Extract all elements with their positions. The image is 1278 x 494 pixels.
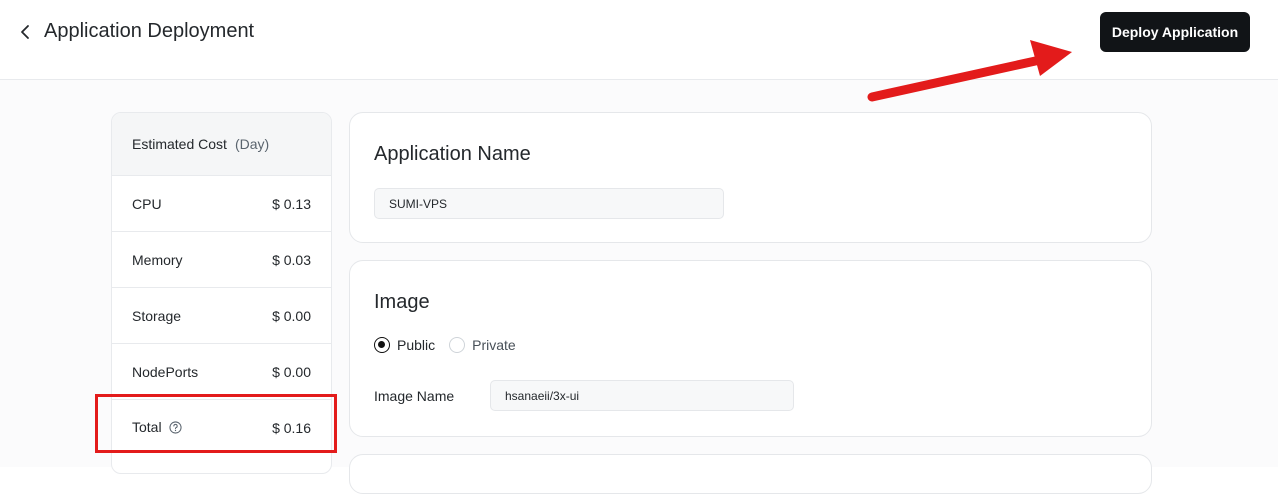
image-card: Image Public Private Image Name (349, 260, 1152, 437)
application-name-card: Application Name (349, 112, 1152, 243)
cost-label: Memory (132, 251, 183, 268)
cost-label: Storage (132, 307, 182, 324)
cost-row-total: Total $ 0.16 (112, 400, 331, 455)
cost-row-memory: Memory $ 0.03 (112, 232, 331, 288)
cost-value: $ 0.00 (272, 363, 311, 380)
radio-checked-icon[interactable] (374, 337, 390, 353)
next-card (349, 454, 1152, 494)
radio-public[interactable]: Public (374, 337, 435, 353)
radio-private[interactable]: Private (449, 337, 516, 353)
radio-label: Public (397, 337, 436, 353)
cost-unit: (Day) (234, 136, 270, 152)
image-title: Image (374, 291, 430, 313)
image-type-radio-group: Public Private (374, 337, 530, 353)
cost-total-label-group: Total (132, 418, 183, 437)
cost-row-storage: Storage $ 0.00 (112, 288, 331, 344)
cost-label: Total (132, 418, 162, 435)
top-bar: Application Deployment Deploy Applicatio… (0, 0, 1278, 80)
main-content: Estimated Cost (Day) CPU $ 0.13 Memory $… (0, 80, 1278, 494)
help-question-icon[interactable] (169, 420, 183, 437)
image-name-input[interactable] (490, 380, 794, 411)
radio-label: Private (472, 337, 516, 353)
application-name-input[interactable] (374, 188, 724, 219)
cost-value: $ 0.13 (272, 195, 311, 212)
estimated-cost-panel: Estimated Cost (Day) CPU $ 0.13 Memory $… (111, 112, 332, 474)
cost-title: Estimated Cost (132, 136, 227, 152)
radio-unchecked-icon[interactable] (449, 337, 466, 353)
back-chevron-icon[interactable] (16, 22, 36, 42)
cost-value: $ 0.03 (272, 251, 311, 268)
cost-header: Estimated Cost (Day) (112, 113, 331, 176)
deploy-application-button[interactable]: Deploy Application (1100, 12, 1250, 52)
page-title: Application Deployment (44, 20, 255, 42)
cost-label: CPU (132, 195, 162, 212)
cost-value: $ 0.16 (272, 419, 311, 436)
cost-row-cpu: CPU $ 0.13 (112, 176, 331, 232)
cost-row-nodeports: NodePorts $ 0.00 (112, 344, 331, 400)
image-name-label: Image Name (374, 388, 455, 404)
cost-value: $ 0.00 (272, 307, 311, 324)
application-name-title: Application Name (374, 143, 531, 165)
cost-label: NodePorts (132, 363, 199, 380)
